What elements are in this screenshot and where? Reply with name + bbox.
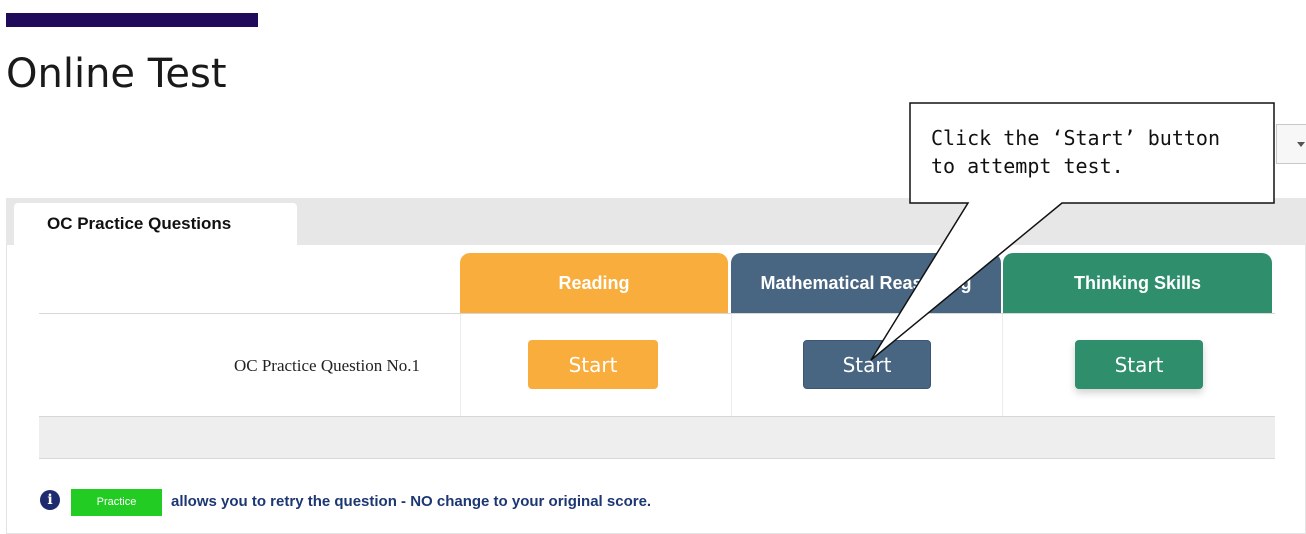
column-separator [460, 314, 461, 417]
chevron-down-icon [1297, 142, 1305, 147]
filter-dropdown[interactable] [1276, 124, 1306, 164]
start-thinking-skills-button[interactable]: Start [1075, 340, 1203, 389]
page-title: Online Test [6, 51, 227, 97]
callout-text: Click the ‘Start’ button to attempt test… [931, 124, 1251, 180]
info-icon: i [40, 490, 60, 510]
practice-badge: Practice [71, 489, 162, 516]
brand-bar [6, 13, 258, 27]
row-label: OC Practice Question No.1 [233, 356, 420, 375]
column-header-mathematical-reasoning: Mathematical Reasoning [731, 253, 1001, 313]
start-mathematical-reasoning-button[interactable]: Start [803, 340, 931, 389]
callout-line: to attempt test. [931, 154, 1124, 178]
table-footer-band [39, 417, 1275, 458]
start-reading-button[interactable]: Start [528, 340, 658, 389]
callout-line: Click the ‘Start’ button [931, 126, 1220, 150]
header-divider [39, 313, 1275, 314]
column-header-thinking-skills: Thinking Skills [1003, 253, 1272, 313]
practice-note: allows you to retry the question - NO ch… [171, 493, 652, 510]
tab-oc-practice-questions[interactable]: OC Practice Questions [14, 203, 297, 245]
column-header-reading: Reading [460, 253, 728, 313]
footer-divider [39, 458, 1275, 459]
column-separator [1002, 314, 1003, 417]
column-separator [731, 314, 732, 417]
